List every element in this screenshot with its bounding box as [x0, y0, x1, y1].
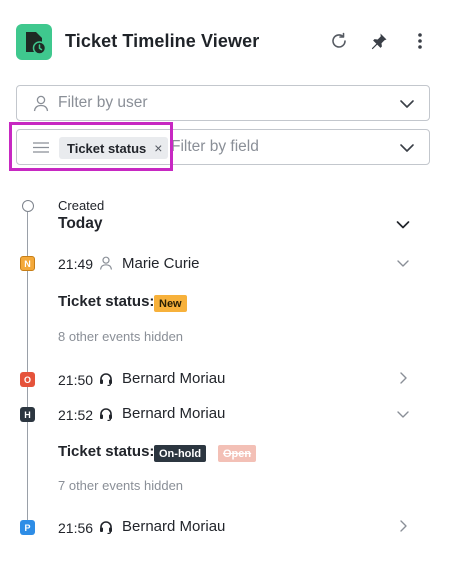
hidden-events-note[interactable]: 7 other events hidden	[58, 478, 183, 493]
event-user: Bernard Moriau	[122, 370, 226, 387]
refresh-icon[interactable]	[327, 29, 351, 53]
chevron-down-icon[interactable]	[399, 97, 415, 111]
status-badge-on-hold: H	[20, 407, 35, 422]
chevron-down-icon[interactable]	[396, 407, 410, 421]
status-tag-on-hold: On-hold	[154, 445, 207, 462]
chevron-down-icon[interactable]	[399, 141, 415, 155]
pin-icon[interactable]	[367, 29, 391, 53]
event-time: 21:49	[58, 256, 94, 272]
event-time: 21:52	[58, 407, 94, 423]
timeline-start-dot	[22, 200, 34, 212]
headset-icon	[100, 408, 112, 421]
app-logo	[16, 24, 52, 60]
hidden-events-note[interactable]: 8 other events hidden	[58, 329, 183, 344]
chevron-right-icon[interactable]	[396, 371, 410, 385]
event-time: 21:56	[58, 520, 94, 536]
person-icon	[33, 95, 49, 112]
app-title: Ticket Timeline Viewer	[65, 31, 260, 51]
created-label: Created	[58, 198, 105, 213]
status-badge-pending: P	[20, 520, 35, 535]
event-user: Bernard Moriau	[122, 518, 226, 535]
event-time: 21:50	[58, 372, 94, 388]
headset-icon	[100, 521, 112, 534]
person-icon	[99, 256, 113, 270]
group-label-today: Today	[58, 215, 103, 232]
ticket-status-label: Ticket status:	[58, 293, 155, 310]
status-tag-open-previous: Open	[218, 445, 257, 462]
highlight-annotation-box	[9, 122, 173, 171]
header: Ticket Timeline Viewer	[0, 0, 451, 84]
status-badge-new: N	[20, 256, 35, 271]
status-badge-open: O	[20, 372, 35, 387]
event-user: Marie Curie	[122, 255, 200, 272]
filter-by-user-placeholder: Filter by user	[58, 94, 148, 111]
more-vertical-icon[interactable]	[408, 29, 432, 53]
headset-icon	[100, 373, 112, 386]
filter-by-user-select[interactable]: Filter by user	[16, 85, 430, 121]
ticket-status-label: Ticket status:	[58, 443, 155, 460]
chevron-down-icon[interactable]	[396, 219, 410, 231]
chevron-right-icon[interactable]	[396, 519, 410, 533]
status-tag-new: New	[154, 295, 187, 312]
chevron-down-icon[interactable]	[396, 256, 410, 270]
filter-by-field-placeholder: Filter by field	[171, 138, 259, 155]
event-user: Bernard Moriau	[122, 405, 226, 422]
